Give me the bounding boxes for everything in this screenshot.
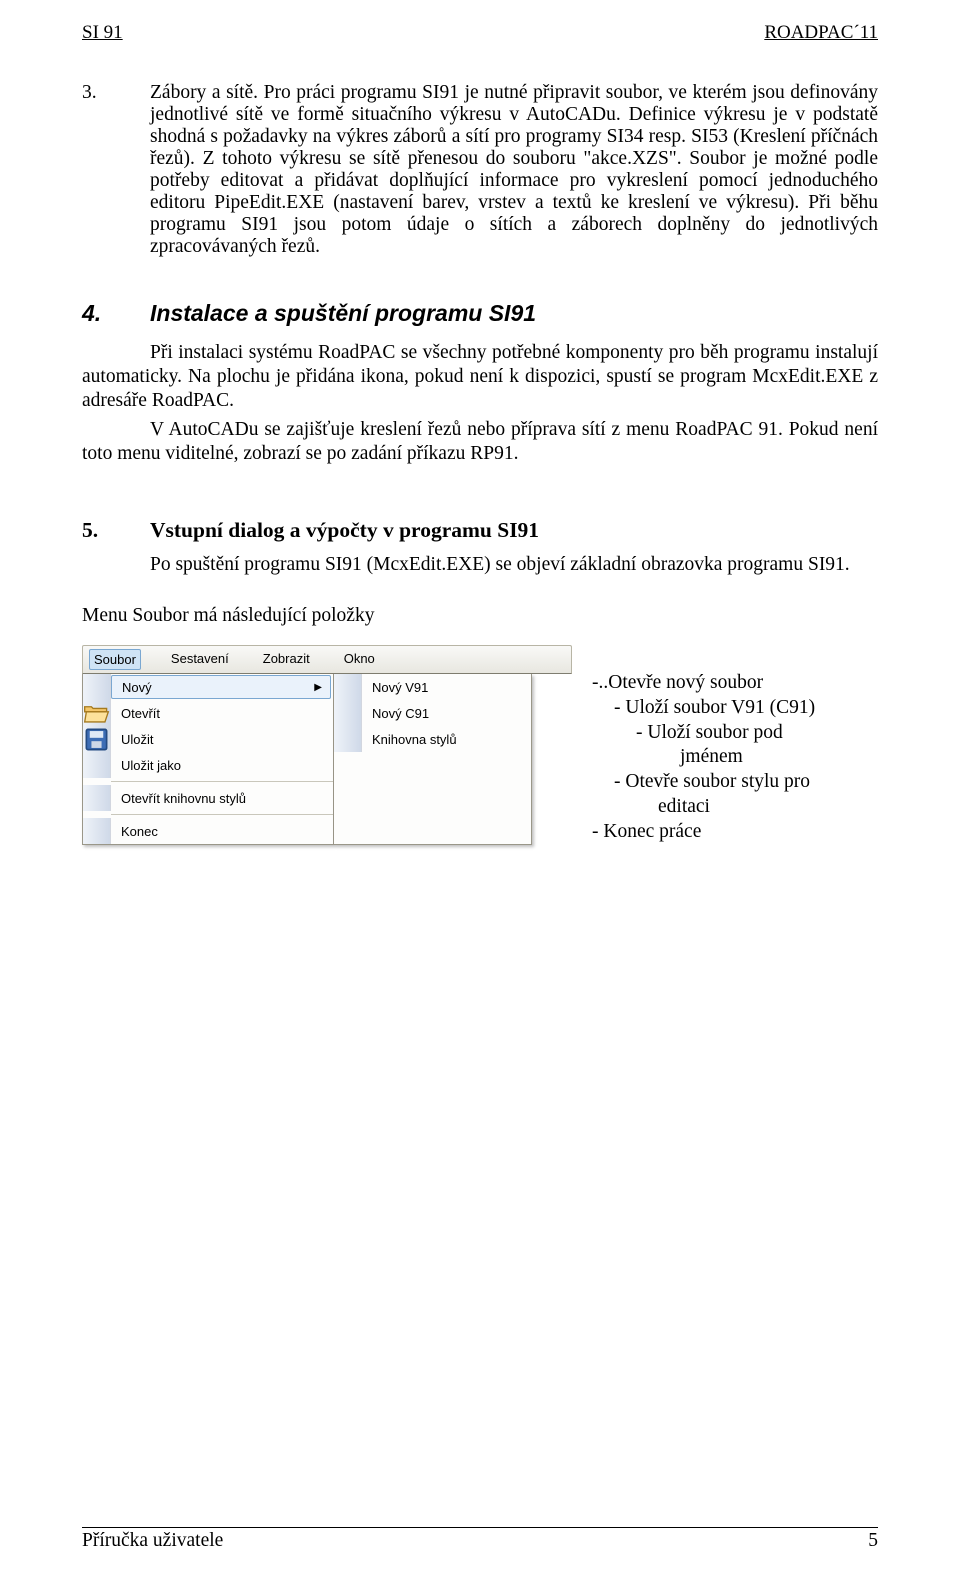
section4-heading: 4.Instalace a spuštění programu SI91 bbox=[82, 300, 878, 327]
menu-item-konec-label: Konec bbox=[111, 824, 333, 839]
section5-p1: Po spuštění programu SI91 (McxEdit.EXE) … bbox=[82, 553, 878, 577]
menu-explanation-list: -..Otevře nový soubor - Uloží soubor V91… bbox=[592, 645, 878, 844]
menu-item-novy-c91-label: Nový C91 bbox=[362, 706, 531, 721]
blank-icon bbox=[334, 726, 362, 752]
blank-icon bbox=[334, 674, 362, 700]
menubar-item-soubor[interactable]: Soubor bbox=[89, 649, 141, 670]
menu-item-novy-v91[interactable]: Nový V91 bbox=[334, 674, 531, 700]
footer-left: Příručka uživatele bbox=[82, 1530, 223, 1552]
section5-number: 5. bbox=[82, 518, 150, 543]
menu-separator bbox=[111, 814, 333, 815]
header-right: ROADPAC´11 bbox=[764, 22, 878, 44]
menu-item-novy-label: Nový bbox=[112, 680, 314, 695]
save-icon bbox=[83, 726, 111, 752]
menu-submenu-novy: Nový V91 Nový C91 Knihovna stylů bbox=[334, 674, 532, 845]
note-2: - Uloží soubor V91 (C91) bbox=[592, 696, 878, 721]
section3-number: 3. bbox=[82, 82, 150, 258]
menu-item-otevrit-knihovnu[interactable]: Otevřít knihovnu stylů bbox=[83, 785, 333, 811]
menubar-item-sestaveni[interactable]: Sestavení bbox=[167, 649, 233, 670]
menu-item-novy-v91-label: Nový V91 bbox=[362, 680, 531, 695]
menu-item-ulozit[interactable]: Uložit bbox=[83, 726, 333, 752]
section4-number: 4. bbox=[82, 300, 150, 327]
note-3: - Uloží soubor pod bbox=[592, 721, 878, 746]
menu-item-knihovna-stylu-label: Knihovna stylů bbox=[362, 732, 531, 747]
footer-page-number: 5 bbox=[868, 1530, 878, 1552]
menubar: Soubor Sestavení Zobrazit Okno bbox=[82, 645, 572, 674]
menubar-item-okno[interactable]: Okno bbox=[340, 649, 379, 670]
blank-icon bbox=[83, 785, 111, 811]
section4-p1: Při instalaci systému RoadPAC se všechny… bbox=[82, 341, 878, 414]
blank-icon bbox=[83, 818, 111, 844]
section4-p2: V AutoCADu se zajišťuje kreslení řezů ne… bbox=[82, 418, 878, 466]
menu-dropdown-soubor: Nový ▶ Otevřít Uložit bbox=[82, 674, 334, 845]
section5-title: Vstupní dialog a výpočty v programu SI91 bbox=[150, 518, 539, 542]
submenu-arrow-icon: ▶ bbox=[314, 682, 330, 693]
menu-item-ulozit-label: Uložit bbox=[111, 732, 333, 747]
note-1: -..Otevře nový soubor bbox=[592, 671, 878, 696]
menu-item-ulozit-jako[interactable]: Uložit jako bbox=[83, 752, 333, 778]
blank-icon bbox=[83, 674, 111, 700]
section3-body: Zábory a sítě. Pro práci programu SI91 j… bbox=[150, 82, 878, 258]
menu-caption: Menu Soubor má následující položky bbox=[82, 605, 878, 627]
menu-item-otevrit[interactable]: Otevřít bbox=[83, 700, 333, 726]
menu-item-novy-c91[interactable]: Nový C91 bbox=[334, 700, 531, 726]
note-3b: jménem bbox=[592, 745, 878, 770]
section5-heading: 5.Vstupní dialog a výpočty v programu SI… bbox=[82, 518, 878, 543]
menu-screenshot: Soubor Sestavení Zobrazit Okno Nový ▶ bbox=[82, 645, 572, 845]
note-4b: editaci bbox=[592, 795, 878, 820]
menubar-item-zobrazit[interactable]: Zobrazit bbox=[259, 649, 314, 670]
menu-item-otevrit-knihovnu-label: Otevřít knihovnu stylů bbox=[111, 791, 333, 806]
menu-item-ulozit-jako-label: Uložit jako bbox=[111, 758, 333, 773]
note-4: - Otevře soubor stylu pro bbox=[592, 770, 878, 795]
menu-item-knihovna-stylu[interactable]: Knihovna stylů bbox=[334, 726, 531, 752]
note-5: - Konec práce bbox=[592, 820, 878, 845]
menu-item-otevrit-label: Otevřít bbox=[111, 706, 333, 721]
menu-separator bbox=[111, 781, 333, 782]
menu-item-konec[interactable]: Konec bbox=[83, 818, 333, 844]
section4-title: Instalace a spuštění programu SI91 bbox=[150, 300, 536, 326]
menu-item-novy[interactable]: Nový ▶ bbox=[83, 674, 333, 700]
blank-icon bbox=[334, 700, 362, 726]
folder-open-icon bbox=[83, 700, 111, 726]
header-left: SI 91 bbox=[82, 22, 123, 44]
blank-icon bbox=[83, 752, 111, 778]
